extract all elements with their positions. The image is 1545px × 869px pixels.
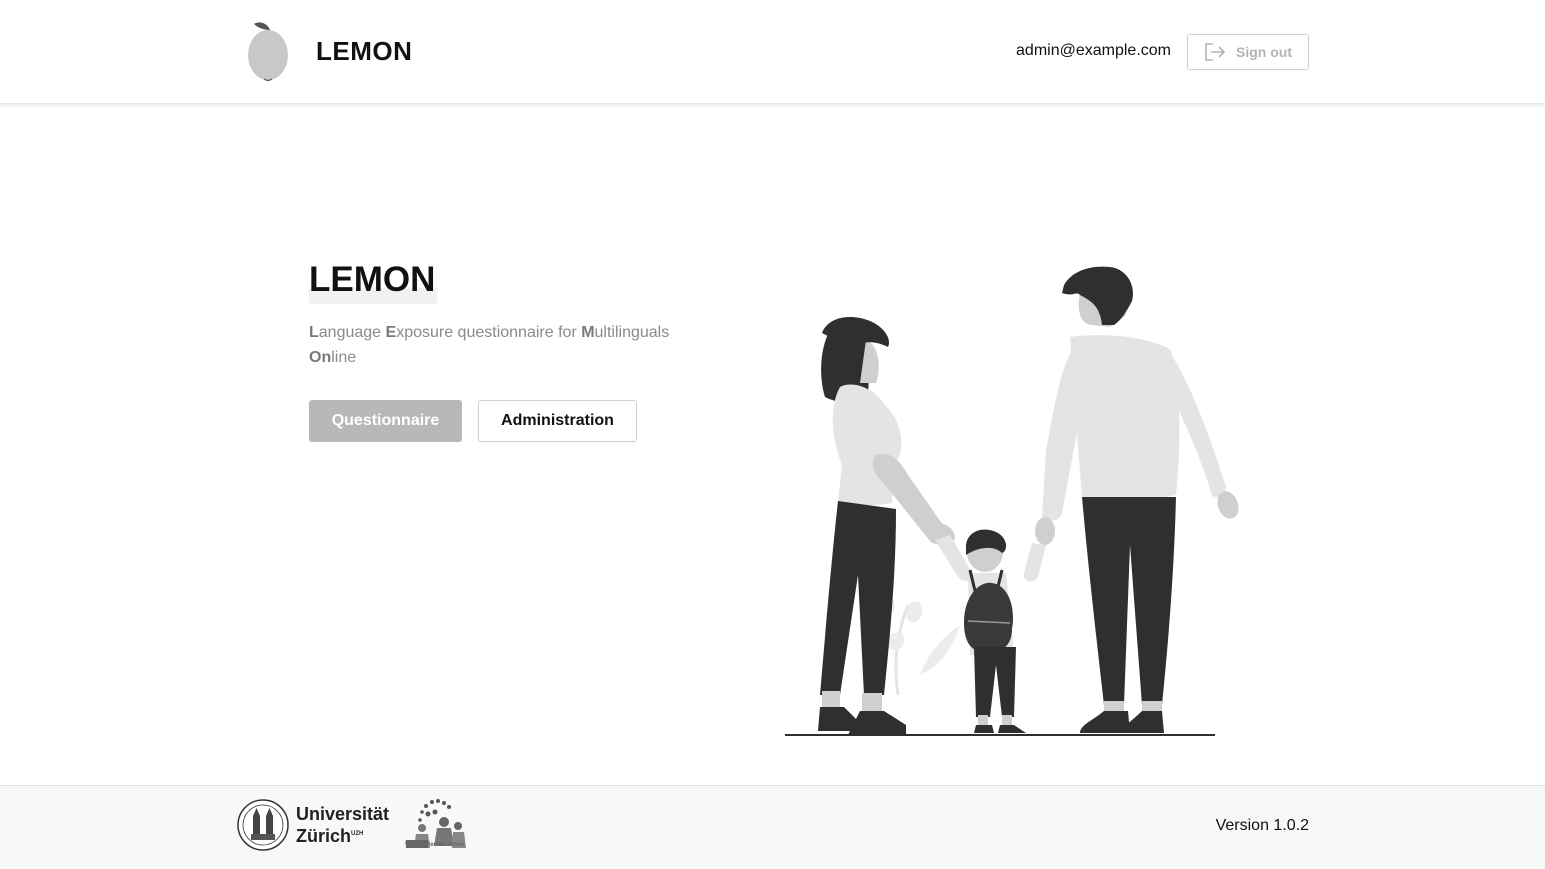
- subtitle-initial: L: [309, 324, 319, 341]
- user-email: admin@example.com: [1016, 42, 1171, 59]
- uzh-line1: Universität: [296, 804, 390, 824]
- uzh-wordmark: Universität ZürichUZH: [296, 804, 389, 846]
- subtitle-initial: E: [385, 324, 397, 341]
- subtitle-initial: On: [309, 349, 332, 366]
- administration-button[interactable]: Administration: [478, 400, 637, 442]
- uzh-abbr: UZH: [351, 831, 364, 837]
- woman-figure: [818, 317, 955, 735]
- subtitle-text: xposure questionnaire for: [396, 324, 582, 341]
- uzh-seal-icon: [237, 799, 289, 851]
- footer: Universität ZürichUZH Weltentdecker·inne…: [0, 785, 1545, 869]
- uzh-logo[interactable]: Universität ZürichUZH: [236, 798, 389, 852]
- brand[interactable]: LEMON: [244, 18, 412, 84]
- man-figure: [1035, 266, 1239, 733]
- uzh-line2: Zürich: [296, 826, 352, 846]
- sign-out-icon: [1205, 43, 1226, 61]
- family-illustration: [785, 266, 1239, 736]
- sign-out-button[interactable]: Sign out: [1187, 34, 1309, 70]
- questionnaire-button[interactable]: Questionnaire: [309, 400, 462, 442]
- hero-subtitle: Language Exposure questionnaire for Mult…: [309, 320, 689, 370]
- subtitle-text: line: [331, 349, 357, 366]
- subtitle-initial: M: [581, 324, 595, 341]
- hero-title: LEMON: [309, 260, 438, 304]
- sign-out-label: Sign out: [1236, 44, 1292, 60]
- top-navbar: LEMON admin@example.com Sign out: [0, 0, 1545, 104]
- subtitle-text: ultilinguals: [594, 324, 670, 341]
- app-version: Version 1.0.2: [1215, 817, 1309, 834]
- app-title: LEMON: [316, 35, 413, 66]
- partner-caption: Weltentdecker·innen: [405, 842, 464, 848]
- lemon-logo-icon: [248, 22, 288, 82]
- subtitle-text: anguage: [318, 324, 386, 341]
- weltentdecker-logo-icon[interactable]: [404, 796, 470, 858]
